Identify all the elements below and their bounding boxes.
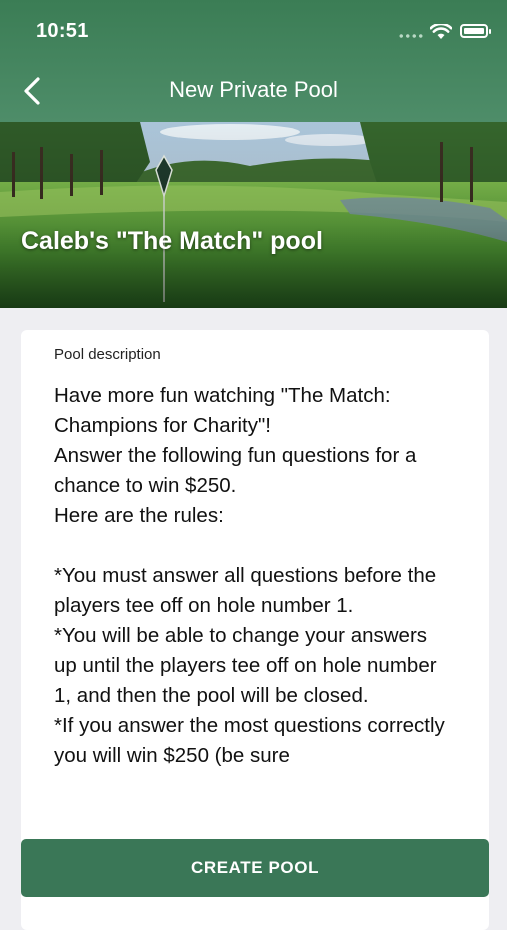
pool-title: Caleb's "The Match" pool	[21, 227, 323, 255]
signal-dots-icon	[398, 34, 424, 38]
battery-icon	[460, 24, 491, 38]
nav-title: New Private Pool	[169, 77, 338, 102]
top-bar: 10:51 New Private Pool	[0, 0, 507, 122]
create-pool-button[interactable]: CREATE POOL	[21, 839, 489, 897]
golf-course-image	[0, 122, 507, 308]
status-time: 10:51	[36, 20, 89, 42]
status-bar: 10:51	[0, 0, 507, 64]
wifi-icon	[430, 24, 452, 39]
hero-image: Caleb's "The Match" pool	[0, 122, 507, 308]
description-text: Have more fun watching "The Match: Champ…	[54, 384, 445, 767]
description-label: Pool description	[54, 346, 161, 363]
